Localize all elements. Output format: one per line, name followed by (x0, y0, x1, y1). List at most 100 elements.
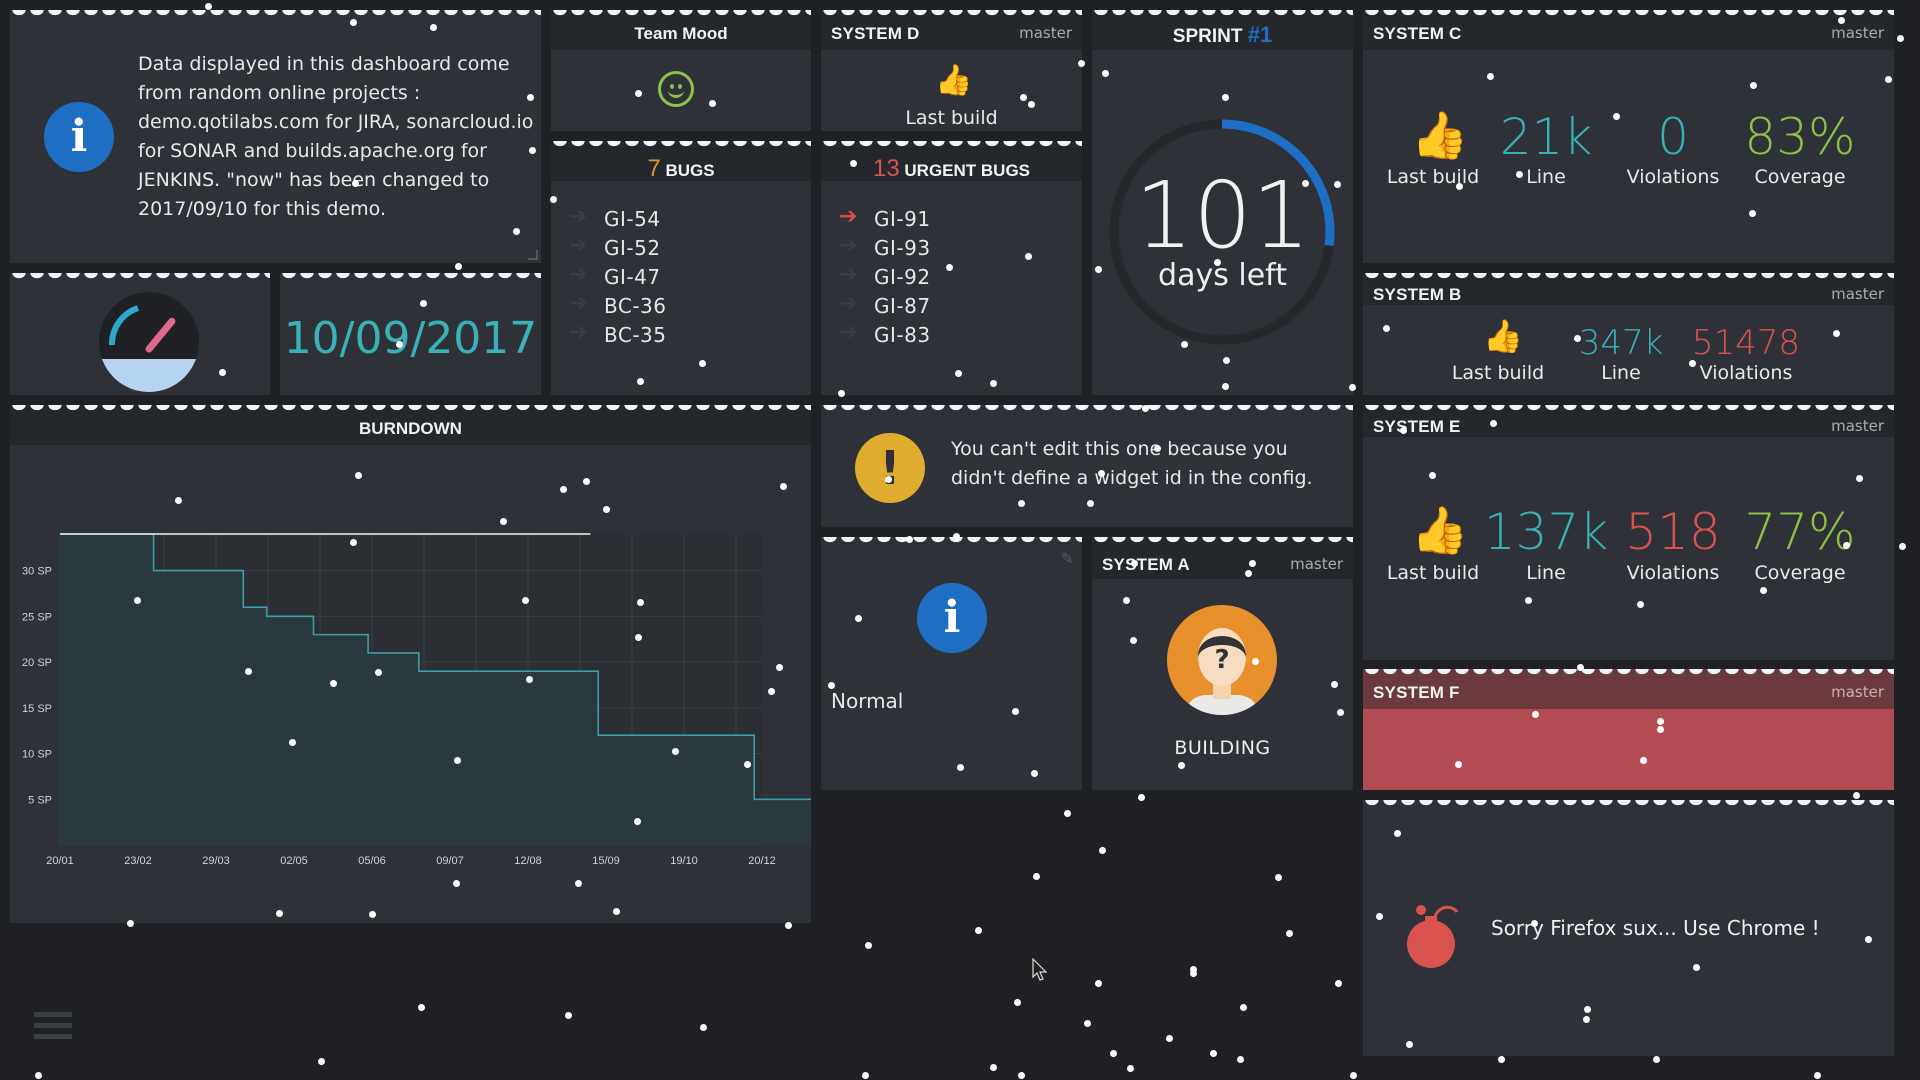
info-icon: i (917, 583, 987, 653)
y-tick-label: 5 SP (28, 794, 52, 806)
snowflake (1190, 970, 1197, 977)
snowflake (276, 910, 283, 917)
snowflake (603, 506, 610, 513)
y-tick-label: 30 SP (22, 566, 52, 578)
snowflake (1138, 794, 1145, 801)
x-tick-label: 02/05 (280, 855, 308, 867)
snowflake (1838, 17, 1845, 24)
snowflake (1102, 70, 1109, 77)
snowflake (245, 668, 252, 675)
edit-icon[interactable]: ✎ (1061, 549, 1074, 568)
bug-item[interactable]: GI-93 (874, 236, 931, 260)
snowflake (350, 539, 357, 546)
snowflake (1084, 1020, 1091, 1027)
bug-item[interactable]: GI-87 (874, 294, 931, 318)
bug-item[interactable]: GI-54 (604, 207, 661, 231)
menu-icon[interactable] (34, 1012, 72, 1044)
bugs-widget: 7 BUGS ➔ GI-54 ➔ GI-52 ➔ GI-47 ➔ BC-36 ➔ BC-35 (551, 141, 811, 395)
snowflake (550, 196, 557, 203)
snowflake (1331, 681, 1338, 688)
system-a-widget: SYSTEM A master ? BUILDING (1092, 537, 1353, 790)
snowflake (1087, 500, 1094, 507)
system-f-title: SYSTEM F (1373, 683, 1460, 702)
snowflake (709, 100, 716, 107)
x-tick-label: 19/10 (670, 855, 698, 867)
sprint-number: #1 (1247, 22, 1273, 47)
system-a-title: SYSTEM A (1102, 555, 1190, 574)
snowflake (1025, 253, 1032, 260)
sprint-title: SPRINT #1 (1172, 22, 1273, 47)
snowflake (1078, 60, 1085, 67)
snowflake (1394, 830, 1401, 837)
snowflake (700, 1024, 707, 1031)
snowflake (454, 757, 461, 764)
burndown-widget: BURNDOWN 5 SP 10 SP 15 SP 20 SP 25 SP 30 SP 20… (10, 405, 811, 923)
snowflake (1531, 920, 1538, 927)
snowflake (637, 599, 644, 606)
firefox-widget: Sorry Firefox sux... Use Chrome ! (1363, 800, 1894, 1056)
snowflake (637, 378, 644, 385)
bug-item[interactable]: GI-91 (874, 207, 931, 231)
system-e-coverage-label: Coverage (1754, 562, 1846, 584)
snowflake (953, 533, 960, 540)
snowflake (1653, 1056, 1660, 1063)
x-tick-label: 23/02 (124, 855, 152, 867)
snowflake (1334, 181, 1341, 188)
bug-item[interactable]: BC-36 (604, 294, 667, 318)
arrow-right-icon: ➔ (569, 291, 588, 316)
x-tick-label: 15/09 (592, 855, 620, 867)
snowflake (1166, 1035, 1173, 1042)
snowflake (1214, 259, 1221, 266)
snowflake (330, 680, 337, 687)
system-b-title: SYSTEM B (1373, 285, 1462, 304)
system-e-violations: 518 (1625, 503, 1721, 561)
x-tick-label: 12/08 (514, 855, 542, 867)
bug-item[interactable]: GI-47 (604, 265, 661, 289)
bug-item[interactable]: BC-35 (604, 323, 667, 347)
snowflake (1012, 708, 1019, 715)
arrow-right-icon: ➔ (569, 233, 588, 258)
bug-item[interactable]: GI-83 (874, 323, 931, 347)
snowflake (1833, 330, 1840, 337)
snowflake (375, 669, 382, 676)
snowflake (635, 634, 642, 641)
snowflake (1429, 472, 1436, 479)
bugs-count: 7 (647, 155, 661, 182)
snowflake (1335, 980, 1342, 987)
x-tick-label: 20/01 (46, 855, 74, 867)
bug-item[interactable]: GI-52 (604, 236, 661, 260)
snowflake (1033, 873, 1040, 880)
system-a-status: BUILDING (1174, 737, 1271, 759)
team-mood-widget: Team Mood (551, 10, 811, 131)
snowflake (946, 264, 953, 271)
snowflake (1018, 500, 1025, 507)
x-tick-label: 20/12 (748, 855, 776, 867)
info-widget: i Data displayed in this dashboard come … (10, 10, 541, 263)
bug-item[interactable]: GI-92 (874, 265, 931, 289)
thumbs-up-icon: 👍 (935, 63, 973, 98)
snowflake (768, 688, 775, 695)
normal-widget: ✎ i Normal (821, 537, 1082, 790)
system-b-line-label: Line (1601, 362, 1641, 384)
urgent-bugs-title: 13 URGENT BUGS (872, 155, 1031, 182)
sprint-days: 101 (1134, 162, 1311, 269)
snowflake (1657, 726, 1664, 733)
system-c-line-label: Line (1526, 166, 1566, 188)
snowflake (1154, 445, 1161, 452)
system-d-widget: SYSTEM D master 👍 Last build (821, 10, 1082, 131)
system-c-coverage-label: Coverage (1754, 166, 1846, 188)
snowflake (134, 597, 141, 604)
snowflake (420, 300, 427, 307)
gauge-icon (99, 292, 199, 392)
snowflake (855, 615, 862, 622)
snowflake (1031, 770, 1038, 777)
system-b-violations-label: Violations (1699, 362, 1793, 384)
snowflake (990, 380, 997, 387)
system-e-build-label: Last build (1386, 562, 1480, 584)
arrow-right-icon: ➔ (839, 262, 858, 287)
y-tick-label: 20 SP (22, 657, 52, 669)
mouse-cursor-icon (1032, 958, 1048, 981)
snowflake (1245, 570, 1252, 577)
snowflake (500, 518, 507, 525)
snowflake (318, 1058, 325, 1065)
